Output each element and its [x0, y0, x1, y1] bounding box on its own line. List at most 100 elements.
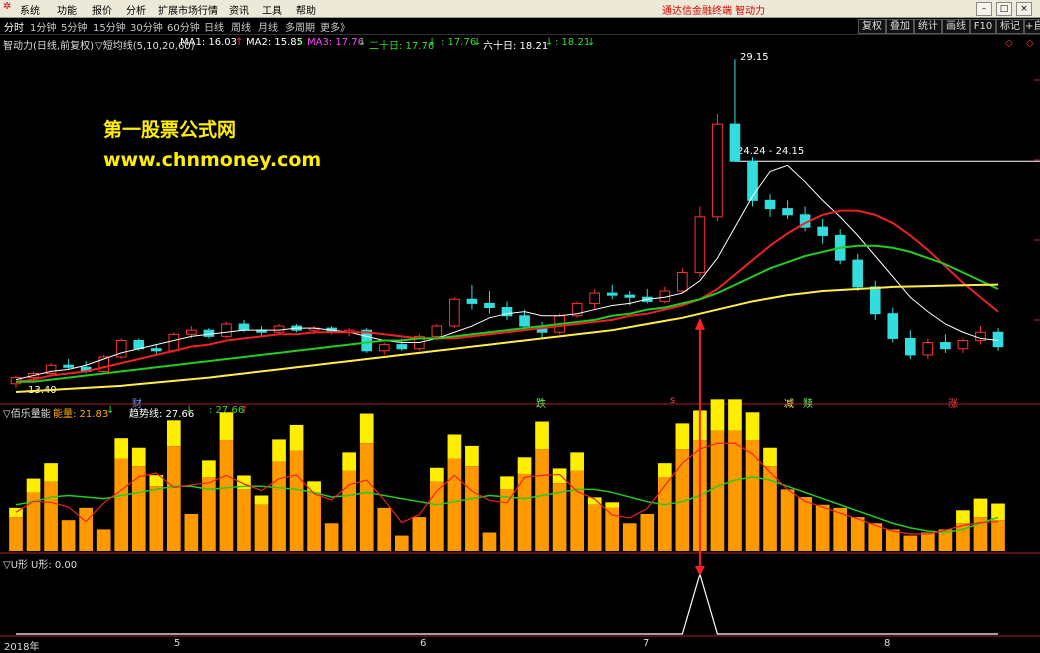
- volume-bar-top: [219, 412, 234, 441]
- signal-arrow-head: [694, 317, 705, 330]
- candle-body: [273, 325, 285, 333]
- candle-body: [817, 226, 828, 236]
- volume-bar: [254, 504, 269, 551]
- volume-bar: [96, 529, 111, 551]
- candle-body: [940, 342, 951, 350]
- candle-body: [484, 302, 495, 309]
- volume-bar: [149, 486, 164, 551]
- candle-body: [677, 271, 688, 292]
- volume-bar-top: [517, 457, 532, 474]
- candle-body: [221, 323, 232, 337]
- candle-body: [992, 331, 1004, 348]
- candle-body: [606, 292, 618, 296]
- signal-arrow-tail: [694, 566, 705, 576]
- volume-bar: [219, 440, 234, 551]
- volume-bar-top: [430, 467, 444, 482]
- volume-bar-top: [254, 495, 269, 505]
- candle-body: [396, 344, 408, 350]
- volume-bar: [570, 470, 584, 551]
- volume-bar: [622, 523, 637, 551]
- volume-bar: [114, 458, 129, 551]
- candle-body: [466, 298, 478, 304]
- candle-body: [63, 364, 74, 368]
- ma-line-1: [15, 164, 999, 381]
- candle-body: [712, 123, 723, 218]
- volume-bar: [465, 466, 479, 551]
- volume-bar: [535, 449, 549, 551]
- volume-bar-top: [973, 498, 988, 518]
- volume-bar-top: [289, 424, 304, 451]
- volume-bar: [447, 458, 462, 551]
- volume-bar: [815, 504, 830, 551]
- volume-bar: [728, 430, 742, 551]
- volume-bar: [640, 514, 655, 551]
- volume-bar: [657, 477, 672, 551]
- volume-bar-top: [570, 452, 584, 471]
- candle-body: [168, 333, 180, 352]
- volume-bar: [342, 470, 357, 551]
- volume-bar-top: [500, 476, 514, 490]
- candle-body: [869, 286, 881, 315]
- candle-body: [782, 208, 793, 216]
- volume-bar-top: [675, 423, 690, 450]
- volume-bar: [44, 481, 58, 551]
- ma-line-4: [15, 283, 999, 393]
- volume-bar: [394, 535, 409, 551]
- volume-bar-top: [342, 452, 357, 471]
- volume-bar-top: [114, 438, 129, 459]
- volume-bar: [307, 492, 321, 551]
- volume-bar: [903, 535, 918, 551]
- candle-body: [747, 160, 758, 201]
- ma-line-2: [15, 209, 999, 383]
- volume-bar: [131, 466, 146, 551]
- candle-body: [887, 313, 899, 339]
- candle-body: [764, 199, 776, 210]
- volume-bar-top: [447, 434, 462, 459]
- volume-bar-top: [44, 463, 58, 482]
- volume-bar-top: [465, 445, 479, 467]
- stock-chart[interactable]: [0, 0, 1040, 650]
- volume-bar: [710, 430, 725, 551]
- candle-body: [922, 342, 934, 356]
- volume-bar-top: [745, 412, 760, 441]
- volume-bar-top: [26, 478, 41, 493]
- candle-body: [589, 292, 601, 304]
- volume-bar: [237, 489, 251, 551]
- candle-body: [624, 294, 636, 298]
- volume-bar: [991, 520, 1005, 551]
- volume-bar: [500, 489, 514, 551]
- volume-bar: [377, 507, 392, 551]
- volume-bar-top: [307, 481, 321, 493]
- volume-bar-top: [657, 463, 672, 478]
- candle-body: [431, 325, 443, 337]
- candle-body: [519, 315, 530, 327]
- volume-bar: [921, 532, 935, 551]
- candle-body: [449, 298, 460, 327]
- volume-bar-top: [956, 510, 970, 524]
- volume-bar: [517, 473, 532, 551]
- volume-bar: [412, 517, 427, 551]
- candle-body: [186, 329, 197, 335]
- volume-bar: [184, 514, 199, 551]
- volume-bar: [850, 517, 865, 551]
- volume-bar: [359, 443, 374, 551]
- volume-bar: [482, 532, 497, 551]
- volume-bar-top: [535, 421, 549, 450]
- candle-body: [203, 329, 215, 337]
- volume-bar: [9, 517, 23, 551]
- volume-bar: [587, 504, 602, 551]
- volume-bar-top: [728, 399, 742, 431]
- volume-bar-top: [202, 460, 216, 478]
- volume-bar: [272, 461, 286, 551]
- volume-bar-top: [552, 468, 567, 484]
- u-signal-line: [16, 571, 998, 635]
- volume-bar: [289, 450, 304, 551]
- candle-body: [852, 259, 864, 288]
- volume-bar-top: [272, 439, 286, 462]
- volume-bar: [324, 523, 339, 551]
- volume-bar: [166, 446, 181, 551]
- volume-bar: [885, 529, 900, 551]
- volume-bar: [798, 497, 812, 551]
- candle-body: [904, 337, 916, 356]
- volume-bar-top: [359, 413, 374, 444]
